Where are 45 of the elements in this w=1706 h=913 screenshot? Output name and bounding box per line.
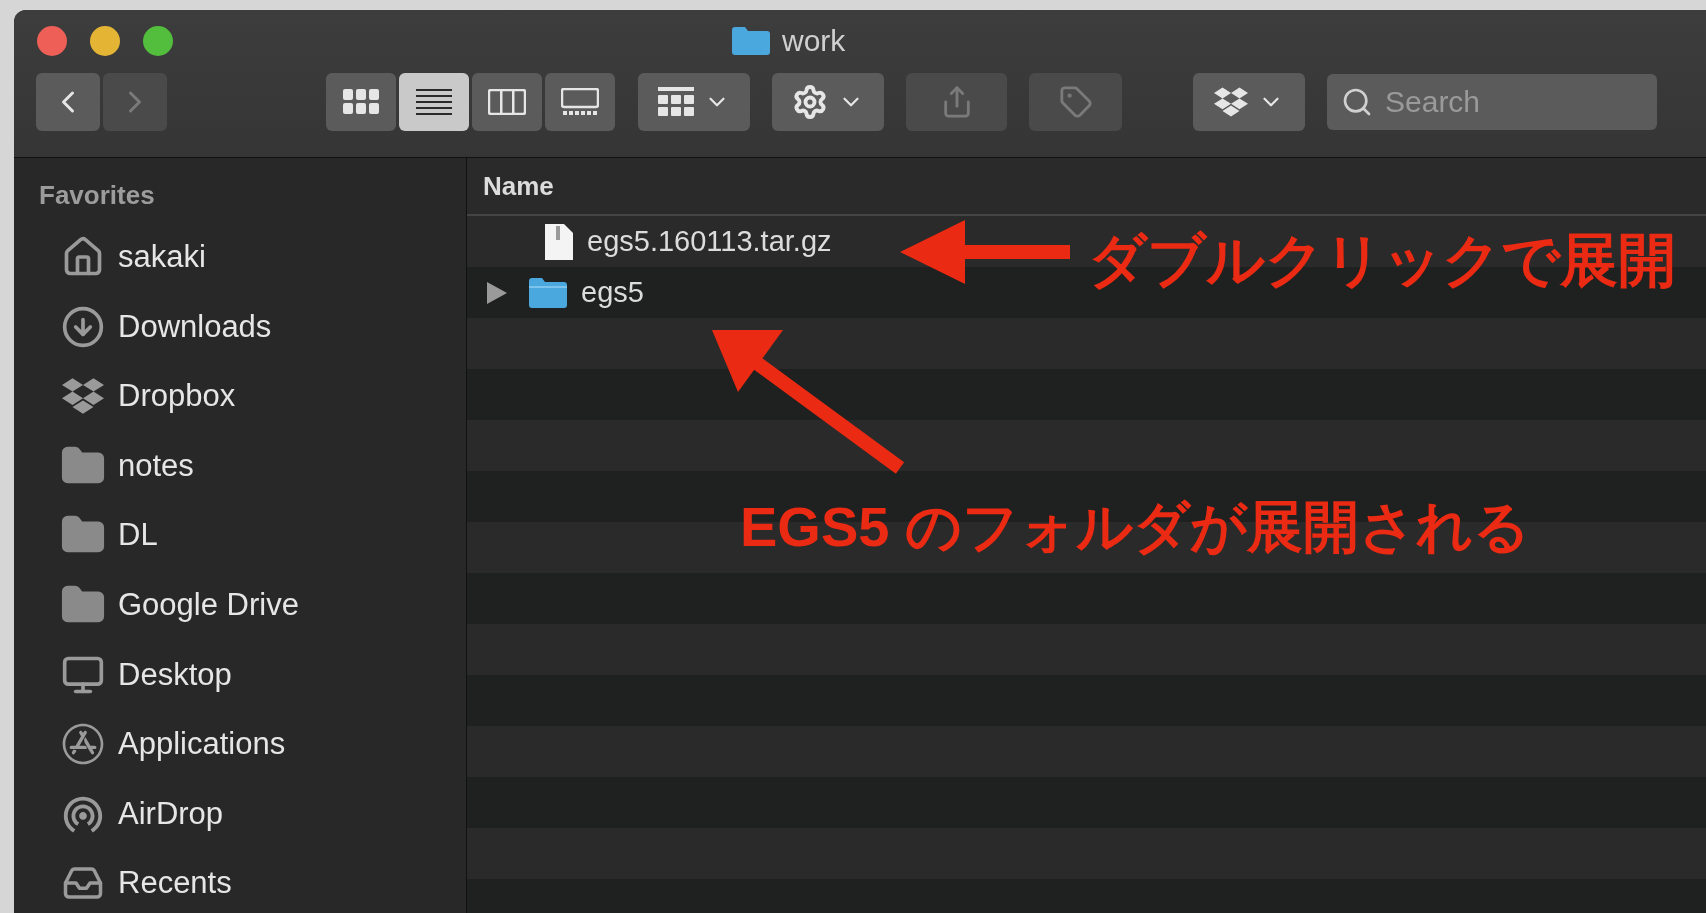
zoom-button[interactable] xyxy=(143,26,173,56)
annotation-text: ダブルクリックで展開 xyxy=(1088,226,1676,294)
sidebar-item[interactable]: Dropbox xyxy=(14,364,466,429)
sidebar-item[interactable]: Applications xyxy=(14,712,466,777)
compass-ruler-icon xyxy=(62,723,104,766)
sidebar-item[interactable]: Google Drive xyxy=(14,572,466,637)
view-mode-button[interactable] xyxy=(399,73,469,131)
close-button[interactable] xyxy=(37,26,67,56)
tag-icon xyxy=(1058,85,1093,119)
folder-icon xyxy=(732,27,770,55)
search-bar[interactable]: Search xyxy=(1327,74,1657,130)
archive-file-icon xyxy=(545,223,573,260)
view-mode-button[interactable] xyxy=(472,73,542,131)
sidebar-heading: Favorites xyxy=(38,180,156,211)
sidebar-item[interactable]: Recents xyxy=(14,851,466,913)
gallery-icon xyxy=(561,88,599,116)
stacked-diamonds-icon xyxy=(1214,85,1248,119)
disclosure-triangle-icon[interactable] xyxy=(487,281,507,304)
sidebar-item[interactable]: DL xyxy=(14,503,466,568)
file-name: egs5.160113.tar.gz xyxy=(587,225,832,258)
group-button[interactable] xyxy=(638,73,750,131)
sidebar-item[interactable]: AirDrop xyxy=(14,781,466,846)
sidebar-item[interactable]: sakaki xyxy=(14,225,466,289)
sidebar-item[interactable]: notes xyxy=(14,433,466,498)
folder-icon xyxy=(529,277,567,308)
view-mode-button[interactable] xyxy=(326,73,396,131)
action-button[interactable] xyxy=(772,73,884,131)
back-button[interactable] xyxy=(36,73,100,131)
list-icon xyxy=(416,89,452,115)
column-header[interactable]: Name xyxy=(483,170,554,202)
file-name: egs5 xyxy=(581,276,644,309)
sidebar-item[interactable]: Downloads xyxy=(14,294,466,359)
annotation-text: EGS5 のフォルダが展開される xyxy=(740,494,1530,560)
icon-grid-icon xyxy=(343,89,379,115)
columns-icon xyxy=(488,89,526,115)
window-title: work xyxy=(782,24,846,58)
search-input[interactable]: Search xyxy=(1383,84,1637,120)
grouped-grid-icon xyxy=(658,87,694,117)
sidebar-item[interactable]: Desktop xyxy=(14,642,466,707)
minimize-button[interactable] xyxy=(90,26,120,56)
dropbox-button[interactable] xyxy=(1193,73,1305,131)
view-mode-button[interactable] xyxy=(545,73,615,131)
search-icon xyxy=(1341,86,1373,118)
download-icon xyxy=(61,304,105,349)
settings-icon xyxy=(792,84,828,120)
